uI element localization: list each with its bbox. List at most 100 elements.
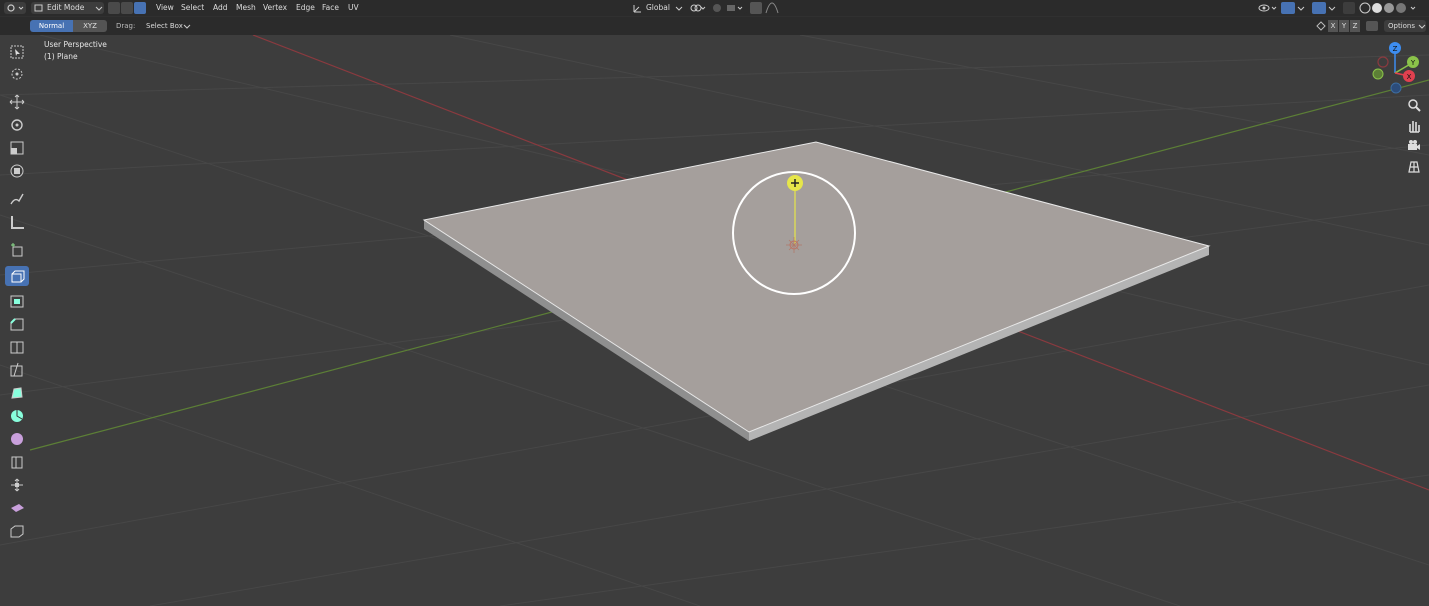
smooth-icon (11, 433, 23, 445)
vertex-select-icon[interactable] (108, 2, 120, 14)
xyz-button[interactable]: XYZ (73, 20, 107, 32)
edge-select-icon[interactable] (121, 2, 133, 14)
menu-select[interactable]: Select (181, 2, 204, 14)
shrink-fatten-icon (11, 478, 23, 492)
annotate-icon (10, 193, 24, 205)
loop-cut-icon (10, 341, 24, 354)
mode-dropdown[interactable]: Edit Mode (31, 2, 104, 14)
zoom-button[interactable] (1405, 96, 1423, 114)
camera-view-button[interactable] (1405, 137, 1423, 155)
spin-icon (11, 410, 23, 422)
rotate-icon (11, 119, 23, 131)
perspective-toggle-button[interactable] (1405, 158, 1423, 176)
tool-rip-region[interactable] (5, 521, 29, 541)
tool-settings-bar: Normal XYZ Drag: Select Box X Y Z Option… (0, 17, 1429, 35)
chevron-down-icon[interactable] (1328, 2, 1336, 14)
orientation-label: Global (646, 3, 670, 12)
menu-add[interactable]: Add (213, 2, 228, 14)
mirror-z-button[interactable]: Z (1350, 20, 1360, 32)
hand-icon (1409, 121, 1420, 133)
mode-label: Edit Mode (47, 3, 85, 12)
tool-edge-slide[interactable] (5, 452, 29, 472)
gizmo-toggle-icon[interactable] (1281, 2, 1295, 14)
menu-vertex[interactable]: Vertex (263, 2, 287, 14)
knife-icon (10, 362, 23, 377)
proportional-edit-icon[interactable] (750, 2, 762, 14)
snap-icon (713, 4, 743, 12)
tool-cursor[interactable] (5, 64, 29, 84)
face-select-icon[interactable] (134, 2, 146, 14)
mirror-x-button[interactable]: X (1328, 20, 1338, 32)
proportional-falloff-icon[interactable] (765, 2, 779, 14)
chevron-down-icon[interactable] (1297, 2, 1305, 14)
visibility-icon[interactable] (1257, 2, 1279, 14)
tool-extrude-region[interactable] (5, 266, 29, 286)
move-icon (9, 94, 25, 110)
gizmo-z-label: Z (1393, 45, 1398, 53)
menu-face[interactable]: Face (322, 2, 339, 14)
tool-shear[interactable] (5, 498, 29, 518)
navigation-gizmo: Z Y X (1372, 42, 1419, 94)
editor-type-dropdown[interactable] (4, 2, 26, 14)
plane-mesh (422, 141, 1211, 441)
tool-measure[interactable] (5, 212, 29, 232)
snap-dropdown[interactable] (711, 2, 747, 14)
transform-orientation-icon (633, 5, 641, 13)
tool-poly-build[interactable] (5, 383, 29, 403)
menu-view[interactable]: View (156, 2, 174, 14)
tool-knife[interactable] (5, 360, 29, 380)
xray-toggle-icon[interactable] (1343, 2, 1355, 14)
tool-annotate[interactable] (5, 189, 29, 209)
chevron-down-icon (95, 6, 103, 11)
zoom-icon (1408, 99, 1421, 112)
viewport-canvas[interactable]: Z Y X (0, 35, 1429, 606)
chevron-down-icon (183, 24, 191, 29)
extrude-region-icon (11, 270, 25, 283)
inset-faces-icon (10, 295, 24, 308)
tool-transform[interactable] (5, 161, 29, 181)
transform-icon (10, 164, 24, 178)
tool-smooth[interactable] (5, 429, 29, 449)
view-name: User Perspective (44, 40, 107, 49)
chevron-down-icon (1418, 24, 1426, 29)
auto-merge-icon[interactable] (1365, 20, 1379, 32)
chevron-down-icon (675, 6, 683, 11)
menu-mesh[interactable]: Mesh (236, 2, 256, 14)
tool-inset-faces[interactable] (5, 291, 29, 311)
camera-icon (1408, 140, 1420, 150)
select-box-dropdown[interactable]: Select Box (141, 20, 191, 32)
grid-icon (1408, 161, 1420, 173)
measure-icon (11, 216, 24, 229)
pan-button[interactable] (1405, 117, 1423, 135)
options-dropdown[interactable]: Options (1384, 20, 1426, 32)
tool-select-box[interactable] (5, 42, 29, 62)
tool-spin[interactable] (5, 406, 29, 426)
object-name: (1) Plane (44, 52, 78, 61)
gizmo-x-label: X (1407, 73, 1412, 81)
editor-header: Edit Mode View Select Add Mesh Vertex Ed… (0, 0, 1429, 16)
tool-shrink-fatten[interactable] (5, 475, 29, 495)
tool-loop-cut[interactable] (5, 337, 29, 357)
pivot-point-dropdown[interactable] (689, 2, 707, 14)
cursor-icon (11, 68, 23, 80)
bevel-icon (10, 318, 24, 331)
menu-uv[interactable]: UV (348, 2, 359, 14)
tool-move[interactable] (5, 92, 29, 112)
add-cube-icon (11, 243, 23, 257)
mirror-y-button[interactable]: Y (1339, 20, 1349, 32)
menu-edge[interactable]: Edge (296, 2, 315, 14)
overlays-toggle-icon[interactable] (1312, 2, 1326, 14)
tool-add-cube[interactable] (5, 240, 29, 260)
tool-rotate[interactable] (5, 115, 29, 135)
pivot-icon (690, 4, 706, 12)
3d-viewport[interactable]: Z Y X User Perspective (1) Plane (0, 35, 1429, 606)
tool-bevel[interactable] (5, 314, 29, 334)
options-label: Options (1388, 22, 1416, 30)
tool-scale[interactable] (5, 138, 29, 158)
normal-button[interactable]: Normal (30, 20, 73, 32)
edit-mode-icon (34, 4, 43, 12)
drag-label: Drag: (116, 22, 136, 30)
shading-mode-icons[interactable] (1359, 2, 1419, 14)
orientation-dropdown[interactable]: Global (631, 2, 683, 14)
editor-type-icon (7, 4, 24, 12)
